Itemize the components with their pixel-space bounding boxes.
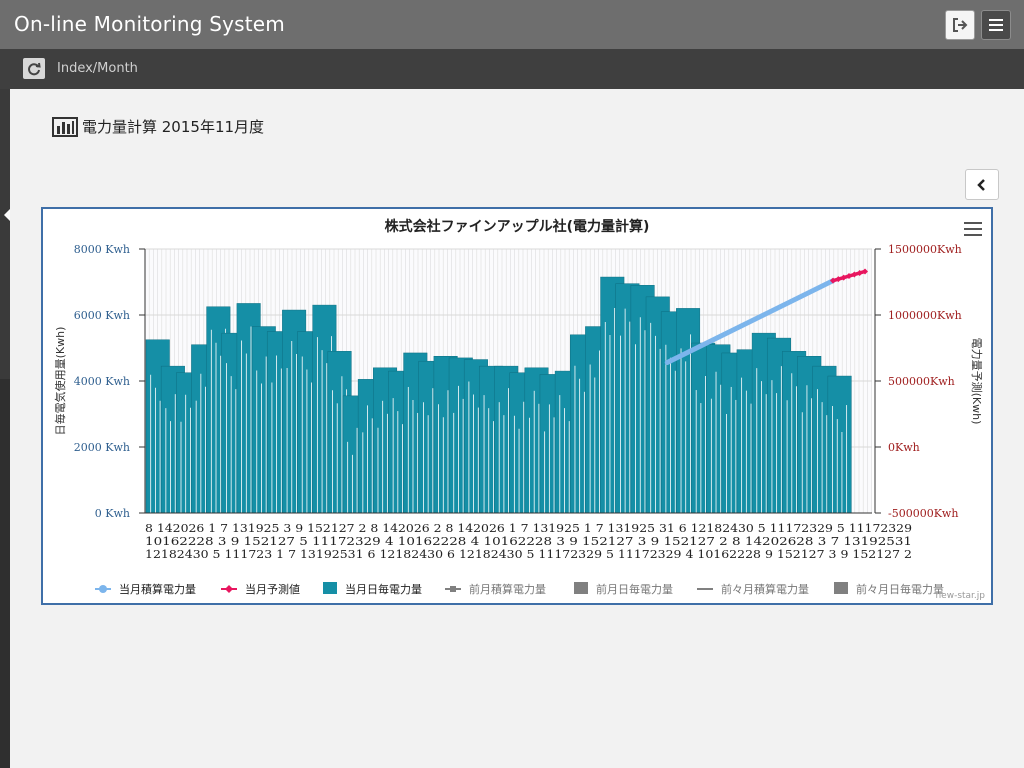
right-axis-tick-label: 1000000Kwh — [888, 309, 962, 322]
legend-item-label[interactable]: 当月積算電力量 — [119, 582, 196, 596]
main-menu-button[interactable] — [981, 10, 1011, 40]
chart-credit[interactable]: new-star.jp — [935, 591, 985, 601]
sign-out-icon — [953, 18, 968, 32]
legend-item-label[interactable]: 前々月日毎電力量 — [856, 582, 944, 596]
chart-context-menu-button[interactable] — [964, 222, 982, 238]
legend-swatch-bar — [574, 582, 588, 594]
page-heading-text: 電力量計算 2015年11月度 — [82, 118, 265, 136]
refresh-button[interactable] — [23, 58, 45, 79]
left-axis-tick-label: 2000 Kwh — [74, 441, 130, 454]
legend-swatch-bar — [834, 582, 848, 594]
x-axis-tick-labels: 8 142026 1 7 131925 3 9 152127 2 8 14202… — [145, 522, 912, 535]
right-axis-tick-label: 0Kwh — [888, 441, 920, 454]
collapsed-sidebar[interactable] — [0, 89, 10, 768]
right-axis-title: 電力量予測(Kwh) — [970, 338, 984, 425]
bar-chart-icon — [52, 116, 78, 137]
chevron-left-icon — [977, 178, 985, 191]
app-title: On-line Monitoring System — [14, 12, 285, 36]
logout-button[interactable] — [945, 10, 975, 40]
legend-swatch-bar — [323, 582, 337, 594]
right-axis-tick-label: 500000Kwh — [888, 375, 955, 388]
breadcrumb[interactable]: Index/Month — [57, 61, 138, 76]
x-axis-tick-labels: 10162228 3 9 152127 5 11172329 4 1016222… — [145, 535, 912, 548]
legend-marker-dot — [99, 585, 107, 593]
chart-title: 株式会社ファインアップル社(電力量計算) — [385, 218, 650, 235]
hamburger-menu-icon — [989, 19, 1003, 31]
left-axis-tick-label: 4000 Kwh — [74, 375, 130, 388]
sidebar-lower — [0, 379, 10, 768]
legend-item-label[interactable]: 前月積算電力量 — [469, 582, 546, 596]
legend-item-label[interactable]: 前々月積算電力量 — [721, 582, 809, 596]
power-chart: 株式会社ファインアップル社(電力量計算) 8000 Kwh 6000 Kwh 4000… — [43, 209, 991, 603]
legend-marker-square — [450, 586, 456, 592]
collapse-panel-button[interactable] — [965, 169, 999, 200]
right-axis-tick-label: 1500000Kwh — [888, 243, 962, 256]
x-axis-tick-labels: 12182430 5 111723 1 7 13192531 6 1218243… — [145, 548, 912, 561]
legend-item-label[interactable]: 当月予測値 — [245, 582, 300, 596]
right-axis-tick-label: -500000Kwh — [888, 507, 958, 520]
left-axis-tick-label: 8000 Kwh — [74, 243, 130, 256]
page-title: 電力量計算 2015年11月度 — [52, 116, 264, 137]
left-axis-tick-label: 0 Kwh — [95, 507, 130, 520]
top-navbar: On-line Monitoring System — [0, 0, 1024, 49]
left-axis-title: 日毎電気使用量(Kwh) — [53, 327, 67, 436]
bar-daily-kwh — [827, 375, 852, 514]
left-axis-tick-label: 6000 Kwh — [74, 309, 130, 322]
legend-item-label[interactable]: 前月日毎電力量 — [596, 582, 673, 596]
breadcrumb-bar: Index/Month — [0, 49, 1024, 89]
refresh-icon — [28, 62, 41, 75]
chart-panel: 株式会社ファインアップル社(電力量計算) 8000 Kwh 6000 Kwh 4000… — [41, 207, 993, 605]
legend-item-label[interactable]: 当月日毎電力量 — [345, 582, 422, 596]
